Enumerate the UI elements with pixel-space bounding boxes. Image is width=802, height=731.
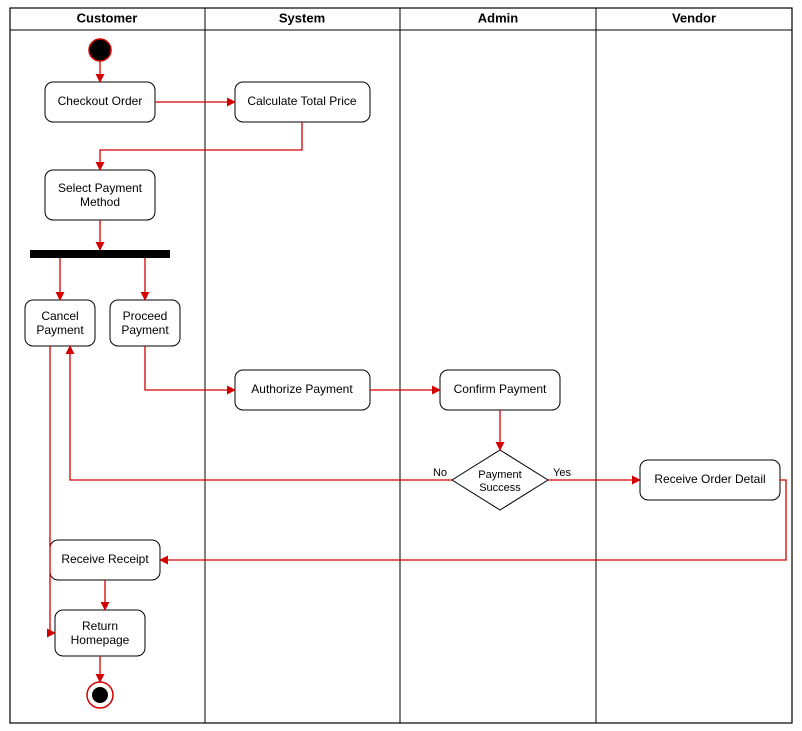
svg-text:Payment: Payment (36, 323, 84, 337)
svg-text:Return: Return (82, 619, 118, 633)
svg-text:Select Payment: Select Payment (58, 181, 143, 195)
activity-select-payment-method: Select Payment Method (45, 170, 155, 220)
svg-text:Payment: Payment (478, 469, 521, 481)
svg-text:Proceed: Proceed (123, 309, 168, 323)
svg-text:Receive Order Detail: Receive Order Detail (654, 472, 765, 486)
svg-text:Receive Receipt: Receive Receipt (61, 552, 149, 566)
activity-proceed-payment: Proceed Payment (110, 300, 180, 346)
svg-text:Calculate Total Price: Calculate Total Price (247, 94, 356, 108)
end-node (87, 682, 113, 708)
lane-header-system: System (279, 10, 325, 25)
edges (50, 61, 786, 682)
lane-header-vendor: Vendor (672, 10, 716, 25)
decision-payment-success: Payment Success (452, 450, 548, 510)
edge-label-no: No (433, 467, 447, 479)
lane-header-customer: Customer (77, 10, 138, 25)
lane-header-admin: Admin (478, 10, 519, 25)
activity-confirm-payment: Confirm Payment (440, 370, 560, 410)
svg-text:Checkout Order: Checkout Order (58, 94, 143, 108)
edge-label-yes: Yes (553, 467, 571, 479)
svg-text:Method: Method (80, 195, 120, 209)
svg-text:Payment: Payment (121, 323, 169, 337)
activity-receive-receipt: Receive Receipt (50, 540, 160, 580)
svg-text:Success: Success (479, 482, 521, 494)
activity-receive-order-detail: Receive Order Detail (640, 460, 780, 500)
activity-diagram: Customer System Admin Vendor Checkout Or… (0, 0, 802, 731)
activity-calculate-total-price: Calculate Total Price (235, 82, 370, 122)
activity-return-homepage: Return Homepage (55, 610, 145, 656)
activity-cancel-payment: Cancel Payment (25, 300, 95, 346)
activity-checkout-order: Checkout Order (45, 82, 155, 122)
start-node (89, 39, 111, 61)
svg-text:Cancel: Cancel (41, 309, 78, 323)
svg-text:Confirm Payment: Confirm Payment (454, 382, 547, 396)
svg-text:Homepage: Homepage (71, 633, 130, 647)
fork-bar (30, 250, 170, 258)
activity-authorize-payment: Authorize Payment (235, 370, 370, 410)
svg-text:Authorize Payment: Authorize Payment (251, 382, 353, 396)
